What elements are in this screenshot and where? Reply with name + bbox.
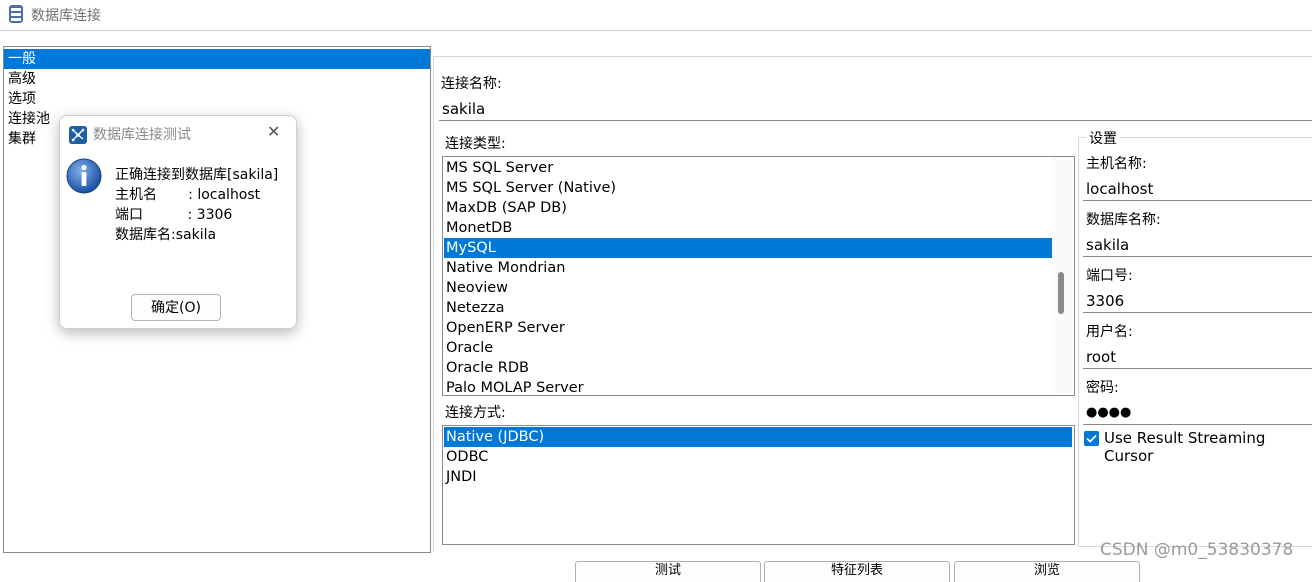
dialog-message-line: 端口 : 3306 <box>115 207 233 223</box>
tree-item-general[interactable]: 一般 <box>4 49 430 69</box>
connection-name-label: 连接名称: <box>441 76 502 92</box>
dialog-message-line: 主机名 : localhost <box>115 187 261 203</box>
access-method-list[interactable]: Native (JDBC) ODBC JNDI <box>442 425 1075 545</box>
list-item[interactable]: MS SQL Server (Native) <box>444 178 1052 198</box>
tree-item-options[interactable]: 选项 <box>4 89 430 109</box>
settings-legend: 设置 <box>1086 128 1120 148</box>
app-icon <box>69 126 87 144</box>
title-bar: 数据库连接 <box>0 0 1312 31</box>
tree-item-advanced[interactable]: 高级 <box>4 69 430 89</box>
streaming-checkbox[interactable] <box>1084 431 1099 446</box>
info-icon <box>66 158 102 194</box>
list-item[interactable]: MaxDB (SAP DB) <box>444 198 1052 218</box>
list-item[interactable]: MonetDB <box>444 218 1052 238</box>
ok-button[interactable]: 确定(O) <box>131 294 221 321</box>
list-item[interactable]: OpenERP Server <box>444 318 1052 338</box>
list-item[interactable]: ODBC <box>444 447 1072 467</box>
username-input[interactable]: root <box>1083 345 1312 369</box>
list-item[interactable]: Palo MOLAP Server <box>444 378 1052 395</box>
connection-type-list[interactable]: MS SQL Server MS SQL Server (Native) Max… <box>442 156 1075 396</box>
password-input[interactable]: ●●●● <box>1083 401 1312 425</box>
list-item[interactable]: Native Mondrian <box>444 258 1052 278</box>
browse-button[interactable]: 浏览 <box>954 561 1140 582</box>
scrollbar-thumb[interactable] <box>1058 272 1064 314</box>
access-method-label: 连接方式: <box>445 405 506 421</box>
close-icon[interactable]: ✕ <box>267 122 280 141</box>
list-item[interactable]: Neoview <box>444 278 1052 298</box>
dialog-title: 数据库连接测试 <box>93 127 191 143</box>
host-label: 主机名称: <box>1086 156 1147 172</box>
password-label: 密码: <box>1086 380 1119 396</box>
dialog-message-line: 正确连接到数据库[sakila] <box>115 167 279 183</box>
connection-name-input[interactable]: sakila <box>439 97 1312 121</box>
list-item[interactable]: JNDI <box>444 467 1072 487</box>
list-item[interactable]: Netezza <box>444 298 1052 318</box>
test-button[interactable]: 测试 <box>575 561 761 582</box>
database-input[interactable]: sakila <box>1083 233 1312 257</box>
database-icon <box>9 5 23 23</box>
window-title: 数据库连接 <box>31 8 101 24</box>
feature-list-button[interactable]: 特征列表 <box>764 561 950 582</box>
port-input[interactable]: 3306 <box>1083 289 1312 313</box>
connection-test-dialog: 数据库连接测试 ✕ 正确连接到数据库[sakila] 主机名 : localho… <box>59 115 297 329</box>
database-label: 数据库名称: <box>1086 212 1161 228</box>
list-item-selected[interactable]: MySQL <box>444 238 1052 258</box>
host-input[interactable]: localhost <box>1083 177 1312 201</box>
streaming-checkbox-label: Use Result Streaming Cursor <box>1104 429 1266 465</box>
list-item[interactable]: Oracle <box>444 338 1052 358</box>
watermark: CSDN @m0_53830378 <box>1100 540 1294 560</box>
dialog-message-line: 数据库名:sakila <box>115 227 217 243</box>
username-label: 用户名: <box>1086 324 1133 340</box>
list-item-selected[interactable]: Native (JDBC) <box>444 427 1072 447</box>
list-item[interactable]: MS SQL Server <box>444 158 1052 178</box>
list-item[interactable]: Oracle RDB <box>444 358 1052 378</box>
connection-type-label: 连接类型: <box>445 136 506 152</box>
port-label: 端口号: <box>1086 268 1133 284</box>
